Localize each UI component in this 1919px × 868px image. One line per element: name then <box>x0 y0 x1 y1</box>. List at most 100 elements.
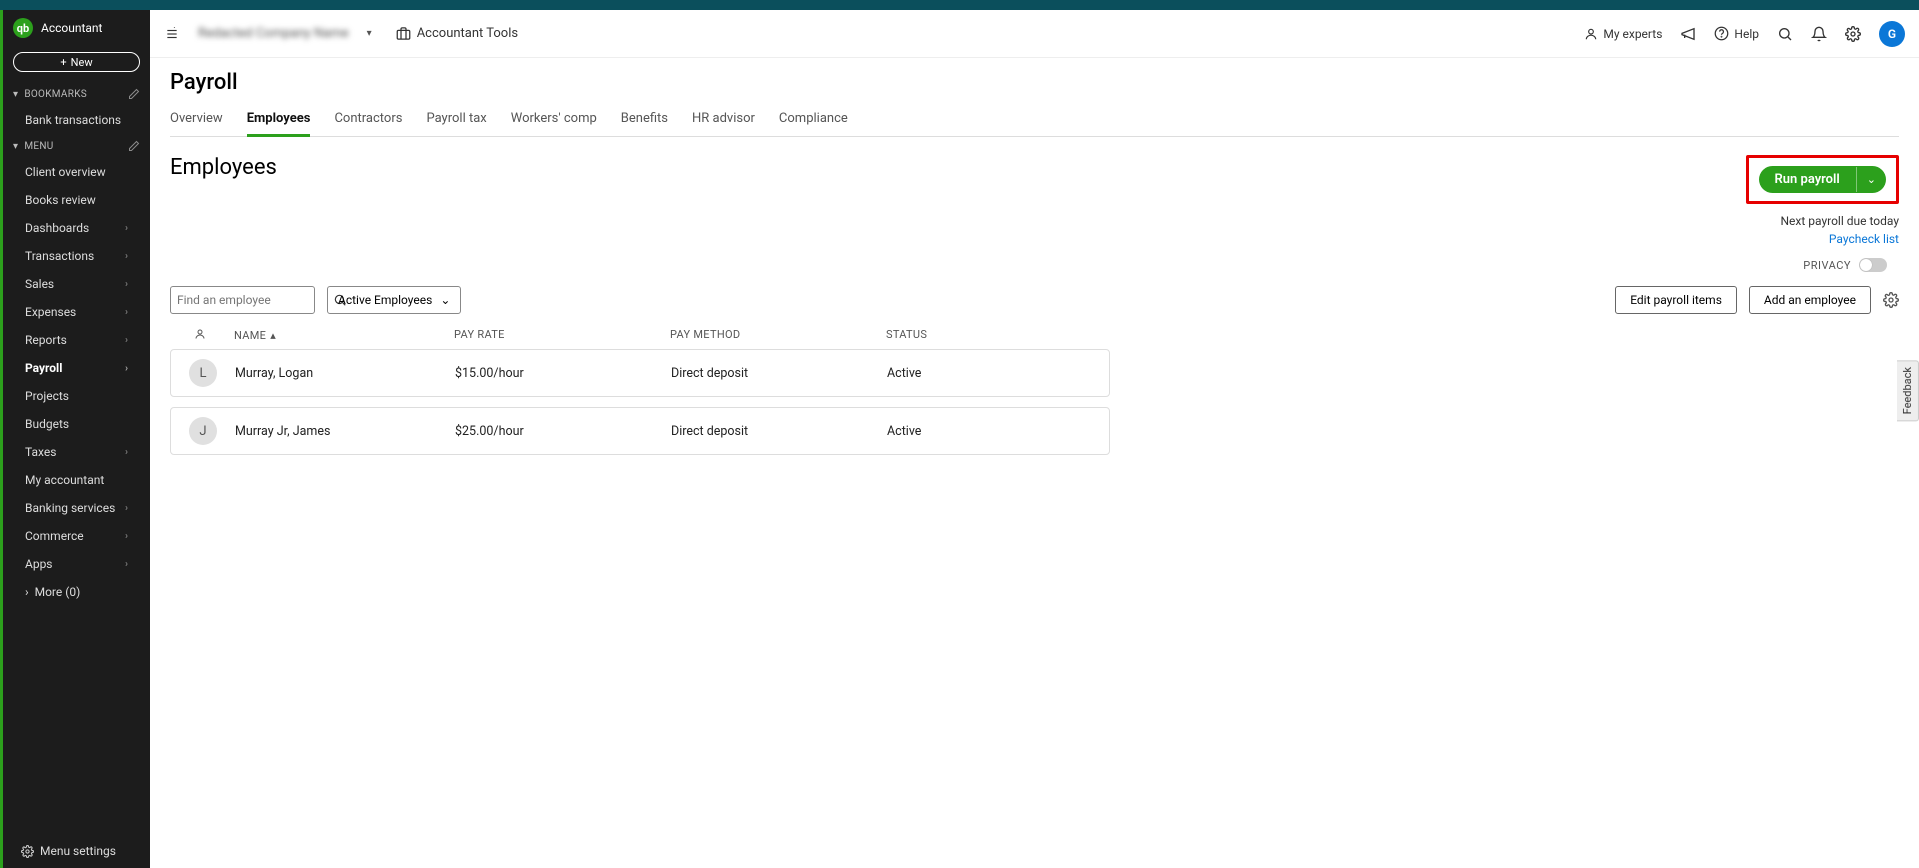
sidebar-item-reports[interactable]: Reports› <box>3 326 150 354</box>
privacy-label: PRIVACY <box>1803 259 1851 272</box>
sidebar-item-label: Client overview <box>25 165 106 179</box>
table-row[interactable]: JMurray Jr, James$25.00/hourDirect depos… <box>170 407 1110 455</box>
employee-filter[interactable]: Active Employees ⌄ <box>327 286 461 314</box>
sidebar-collapse-icon[interactable] <box>164 27 180 41</box>
megaphone-icon[interactable] <box>1680 26 1696 42</box>
filter-label: Active Employees <box>338 293 432 307</box>
chevron-down-icon: ▾ <box>13 89 18 100</box>
tab-hr-advisor[interactable]: HR advisor <box>692 103 755 136</box>
privacy-row: PRIVACY <box>170 258 1899 272</box>
chevron-down-icon: ⌄ <box>440 293 450 307</box>
table-settings-gear-icon[interactable] <box>1883 292 1899 308</box>
chevron-down-icon[interactable]: ▾ <box>367 28 372 39</box>
top-nav: Redacted Company Name ▾ Accountant Tools… <box>150 10 1919 58</box>
privacy-toggle[interactable] <box>1859 258 1887 272</box>
help-label: Help <box>1734 27 1759 41</box>
table-row[interactable]: LMurray, Logan$15.00/hourDirect depositA… <box>170 349 1110 397</box>
employee-search[interactable] <box>170 286 315 314</box>
user-avatar[interactable]: G <box>1879 21 1905 47</box>
sidebar-item-commerce[interactable]: Commerce› <box>3 522 150 550</box>
tab-employees[interactable]: Employees <box>247 103 311 136</box>
th-pay-rate[interactable]: PAY RATE <box>450 328 666 343</box>
cell-avatar: J <box>171 417 231 445</box>
sidebar-item-budgets[interactable]: Budgets <box>3 410 150 438</box>
cell-pay-rate: $25.00/hour <box>451 424 667 439</box>
cell-name: Murray Jr, James <box>231 424 451 439</box>
my-experts-label: My experts <box>1603 27 1662 41</box>
sidebar-item-payroll[interactable]: Payroll › <box>3 354 150 382</box>
tab-workers-comp[interactable]: Workers' comp <box>511 103 597 136</box>
tab-compliance[interactable]: Compliance <box>779 103 848 136</box>
run-payroll-button[interactable]: Run payroll ⌄ <box>1759 166 1887 193</box>
chevron-down-icon[interactable]: ⌄ <box>1856 167 1886 192</box>
plus-icon: + <box>60 56 66 69</box>
pencil-icon[interactable] <box>128 88 140 100</box>
chevron-down-icon: ▾ <box>13 141 18 152</box>
employee-avatar: J <box>189 417 217 445</box>
sidebar-more-label: More (0) <box>35 585 81 599</box>
my-experts[interactable]: My experts <box>1584 27 1662 41</box>
bookmarks-header[interactable]: ▾ BOOKMARKS <box>3 82 150 106</box>
window-chrome-bar <box>0 0 1919 10</box>
sidebar-item-dashboards[interactable]: Dashboards› <box>3 214 150 242</box>
new-button[interactable]: + New <box>13 52 140 72</box>
brand: qb Accountant <box>3 10 150 46</box>
accountant-tools[interactable]: Accountant Tools <box>396 26 518 41</box>
tab-contractors[interactable]: Contractors <box>334 103 402 136</box>
sidebar-item-banking-services[interactable]: Banking services› <box>3 494 150 522</box>
edit-payroll-items-button[interactable]: Edit payroll items <box>1615 286 1737 314</box>
sidebar-more[interactable]: › More (0) <box>3 578 150 606</box>
tab-payroll-tax[interactable]: Payroll tax <box>426 103 486 136</box>
menu-settings[interactable]: Menu settings <box>3 834 150 868</box>
sidebar-menu-items: Client overview Books review Dashboards›Tr… <box>3 158 150 578</box>
accountant-tools-label: Accountant Tools <box>417 26 518 41</box>
th-status[interactable]: STATUS <box>882 328 1098 343</box>
bell-icon[interactable] <box>1811 26 1827 42</box>
search-input[interactable] <box>177 293 333 307</box>
sidebar-item-transactions[interactable]: Transactions› <box>3 242 150 270</box>
menu-header[interactable]: ▾ MENU <box>3 134 150 158</box>
chevron-right-icon: › <box>125 531 128 542</box>
sidebar-item-projects[interactable]: Projects <box>3 382 150 410</box>
sidebar-item-expenses[interactable]: Expenses› <box>3 298 150 326</box>
chevron-right-icon: › <box>125 559 128 570</box>
chevron-right-icon: › <box>125 447 128 458</box>
th-name[interactable]: NAME ▴ <box>230 328 450 343</box>
search-icon[interactable] <box>1777 26 1793 42</box>
highlight-annotation: Run payroll ⌄ <box>1746 155 1900 204</box>
gear-icon[interactable] <box>1845 26 1861 42</box>
sidebar-item-sales[interactable]: Sales › <box>3 270 150 298</box>
sidebar-bookmark-bank-transactions[interactable]: Bank transactions <box>3 106 150 134</box>
cell-status: Active <box>883 424 1099 439</box>
tab-overview[interactable]: Overview <box>170 103 223 136</box>
sidebar-item-client-overview[interactable]: Client overview <box>3 158 150 186</box>
help-icon <box>1714 26 1729 41</box>
company-selector[interactable]: Redacted Company Name <box>194 26 353 41</box>
tab-benefits[interactable]: Benefits <box>621 103 668 136</box>
next-payroll-due: Next payroll due today <box>1719 214 1899 228</box>
feedback-tab[interactable]: Feedback <box>1897 360 1919 421</box>
sidebar-item-label: Payroll <box>25 361 62 375</box>
sidebar-item-books-review[interactable]: Books review <box>3 186 150 214</box>
content: Payroll Overview Employees Contractors Payr… <box>150 58 1919 465</box>
gear-icon <box>21 845 34 858</box>
sidebar-item-label: Taxes <box>25 445 56 459</box>
pencil-icon[interactable] <box>128 140 140 152</box>
chevron-right-icon: › <box>125 279 128 290</box>
help[interactable]: Help <box>1714 26 1759 41</box>
add-employee-button[interactable]: Add an employee <box>1749 286 1871 314</box>
new-button-label: New <box>71 56 93 69</box>
sidebar-item-label: Sales <box>25 277 54 291</box>
paycheck-list-link[interactable]: Paycheck list <box>1719 232 1899 246</box>
sidebar-item-taxes[interactable]: Taxes › <box>3 438 150 466</box>
briefcase-icon <box>396 26 411 41</box>
table-body: LMurray, Logan$15.00/hourDirect depositA… <box>170 349 1110 455</box>
th-pay-method[interactable]: PAY METHOD <box>666 328 882 343</box>
chevron-right-icon: › <box>125 363 128 374</box>
sidebar-item-my-accountant[interactable]: My accountant <box>3 466 150 494</box>
chevron-right-icon: › <box>125 503 128 514</box>
page-title: Payroll <box>170 70 1899 95</box>
sidebar-item-apps[interactable]: Apps › <box>3 550 150 578</box>
sidebar-item-label: Books review <box>25 193 96 207</box>
sidebar-item-label: Apps <box>25 557 53 571</box>
